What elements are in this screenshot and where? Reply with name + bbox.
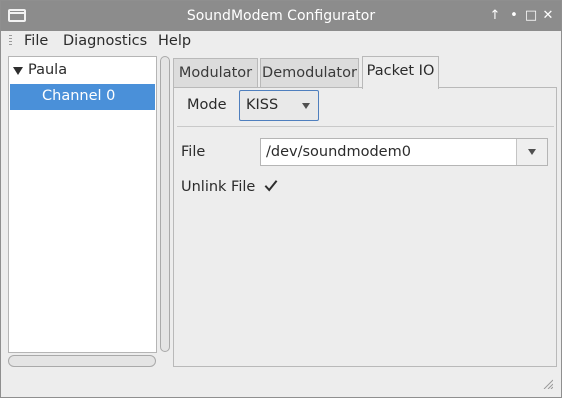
status-bar (1, 371, 561, 397)
channel-tree[interactable]: Paula Channel 0 (8, 56, 157, 353)
mode-value: KISS (246, 97, 279, 113)
resize-grip-icon[interactable] (543, 377, 554, 390)
menu-help[interactable]: Help (158, 33, 191, 49)
checkmark-icon (264, 180, 278, 192)
file-combo[interactable]: /dev/soundmodem0 (260, 138, 548, 166)
expander-down-icon[interactable] (13, 67, 23, 75)
tree-horizontal-scrollbar[interactable] (8, 355, 156, 367)
tab-modulator[interactable]: Modulator (173, 58, 258, 88)
packet-io-panel (173, 87, 557, 367)
chevron-down-icon (528, 149, 536, 155)
menu-diagnostics[interactable]: Diagnostics (63, 33, 147, 49)
main-window: SoundModem Configurator ↑ • □ ✕ File Dia… (0, 0, 562, 398)
tree-item-paula[interactable]: Paula (9, 60, 156, 82)
title-bar[interactable]: SoundModem Configurator ↑ • □ ✕ (1, 1, 561, 31)
maximize-button[interactable]: □ (523, 7, 539, 25)
tab-demodulator[interactable]: Demodulator (260, 58, 359, 88)
mode-select[interactable]: KISS (239, 90, 319, 121)
menubar-grip-icon[interactable] (9, 35, 14, 49)
separator (177, 126, 554, 127)
tree-vertical-scrollbar[interactable] (160, 56, 170, 352)
file-label: File (181, 144, 206, 160)
keep-above-button[interactable]: ↑ (487, 7, 503, 25)
minimize-button[interactable]: • (506, 7, 522, 25)
window-title: SoundModem Configurator (186, 8, 376, 24)
mode-label: Mode (187, 97, 227, 113)
file-dropdown-button[interactable] (516, 139, 547, 165)
unlink-file-label: Unlink File (181, 179, 256, 195)
tree-item-channel-0[interactable]: Channel 0 (10, 84, 155, 110)
unlink-file-checkbox[interactable] (263, 178, 279, 194)
tree-item-label: Paula (28, 62, 68, 78)
tab-bar: Modulator Demodulator Packet IO (173, 56, 558, 89)
close-button[interactable]: ✕ (540, 7, 556, 25)
menu-bar: File Diagnostics Help (1, 31, 561, 53)
tab-packet-io[interactable]: Packet IO (362, 56, 439, 89)
menu-file[interactable]: File (24, 33, 48, 49)
chevron-down-icon (302, 103, 310, 109)
file-input[interactable]: /dev/soundmodem0 (266, 144, 411, 160)
tree-item-label: Channel 0 (42, 88, 116, 104)
